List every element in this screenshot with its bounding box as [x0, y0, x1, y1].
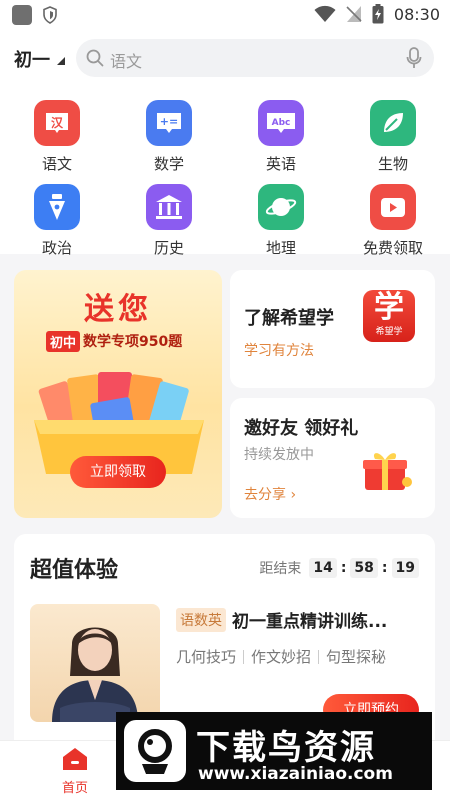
promo-banner[interactable]: 送您 初中 数学专项950题 立即领取	[14, 270, 222, 518]
xiwangxue-logo: 学 希望学	[363, 290, 415, 342]
subject-chinese[interactable]: 汉 语文	[17, 92, 97, 173]
no-signal-icon	[346, 6, 362, 22]
teacher-thumbnail[interactable]	[30, 604, 160, 722]
subject-geography[interactable]: 地理	[241, 176, 321, 257]
chinese-book-icon: 汉	[34, 100, 80, 146]
promo-subtitle-text: 数学专项950题	[83, 334, 183, 350]
countdown-minutes: 58	[350, 558, 378, 578]
subject-politics[interactable]: 政治	[17, 176, 97, 257]
subject-label: 数学	[153, 155, 184, 173]
share-link[interactable]: 去分享 ›	[244, 484, 296, 504]
subject-history[interactable]: 历史	[129, 176, 209, 257]
learn-card-title: 了解希望学	[244, 308, 334, 329]
colon-separator: :	[381, 560, 388, 576]
planet-icon	[258, 184, 304, 230]
subject-label: 生物	[377, 155, 408, 173]
wifi-icon	[314, 5, 336, 22]
subject-biology[interactable]: 生物	[353, 92, 433, 173]
divider	[243, 649, 245, 664]
status-bar: 08:30	[0, 0, 450, 32]
pen-nib-icon	[34, 184, 80, 230]
search-placeholder: 语文	[110, 52, 143, 71]
invite-card[interactable]: 邀好友 领好礼 持续发放中 去分享 ›	[230, 398, 435, 518]
home-icon	[63, 748, 87, 770]
subject-math[interactable]: += 数学	[129, 92, 209, 173]
invite-card-subtitle: 持续发放中	[244, 447, 314, 463]
leaf-icon	[370, 100, 416, 146]
course-title[interactable]: 初一重点精讲训练...	[232, 607, 422, 632]
subject-label: 英语	[265, 155, 296, 173]
logo-text: 希望学	[375, 327, 403, 337]
search-bar[interactable]: 语文	[76, 39, 434, 77]
divider	[318, 649, 320, 664]
promo-subtitle: 初中 数学专项950题	[46, 330, 182, 352]
svg-text:汉: 汉	[51, 115, 64, 130]
promo-tag: 初中	[46, 330, 81, 352]
course-feature: 句型探秘	[326, 648, 387, 666]
teacher-photo	[52, 627, 138, 722]
microphone-icon[interactable]	[406, 47, 422, 69]
tab-home-label: 首页	[61, 781, 88, 796]
temple-icon	[146, 184, 192, 230]
course-features: 几何技巧 作文妙招 句型探秘	[176, 646, 386, 667]
english-icon: Abc	[258, 100, 304, 146]
grade-selector[interactable]: 初一	[14, 46, 50, 72]
top-bar: 初一 语文	[0, 32, 450, 84]
subject-label: 政治	[41, 239, 72, 257]
tab-home[interactable]: 首页	[50, 747, 100, 796]
subject-label: 历史	[153, 239, 184, 257]
course-feature: 几何技巧	[176, 648, 237, 666]
countdown: 距结束 14 : 58 : 19	[259, 558, 421, 578]
clock-time: 08:30	[393, 4, 440, 24]
svg-text:+=: +=	[160, 115, 178, 128]
countdown-seconds: 19	[391, 558, 419, 578]
watermark-overlay: 下载鸟资源 www.xiazainiao.com	[116, 712, 432, 790]
subject-grid: 汉 语文 += 数学 Abc 英语 生物 政治 历史 地理 免费领取	[0, 84, 450, 257]
subject-label: 免费领取	[362, 239, 423, 257]
subject-english[interactable]: Abc 英语	[241, 92, 321, 173]
course-feature: 作文妙招	[251, 648, 312, 666]
svg-text:Abc: Abc	[272, 118, 291, 128]
course-subject-tag: 语数英	[176, 608, 226, 632]
shield-icon	[43, 6, 57, 24]
bird-logo-icon	[124, 720, 186, 782]
math-icon: +=	[146, 100, 192, 146]
app-notification-icon	[12, 5, 32, 25]
promo-title: 送您	[84, 292, 152, 327]
search-icon	[86, 49, 104, 67]
learn-card-subtitle: 学习有方法	[244, 343, 314, 359]
deal-section-title: 超值体验	[30, 558, 119, 583]
battery-charging-icon	[372, 4, 384, 24]
play-gift-icon	[370, 184, 416, 230]
colon-separator: :	[340, 560, 347, 576]
countdown-hours: 14	[309, 558, 337, 578]
subject-label: 语文	[41, 155, 72, 173]
subject-label: 地理	[265, 239, 296, 257]
learn-card[interactable]: 了解希望学 学习有方法 学 希望学	[230, 270, 435, 388]
free-claim[interactable]: 免费领取	[353, 176, 433, 257]
logo-char: 学	[374, 290, 404, 325]
countdown-label: 距结束	[259, 561, 302, 577]
caret-down-icon	[57, 57, 65, 65]
gift-box-icon	[363, 453, 412, 490]
watermark-title: 下载鸟资源	[196, 728, 376, 768]
invite-card-title: 邀好友 领好礼	[244, 418, 359, 439]
watermark-url: www.xiazainiao.com	[198, 764, 393, 784]
claim-now-button[interactable]: 立即领取	[70, 456, 166, 488]
